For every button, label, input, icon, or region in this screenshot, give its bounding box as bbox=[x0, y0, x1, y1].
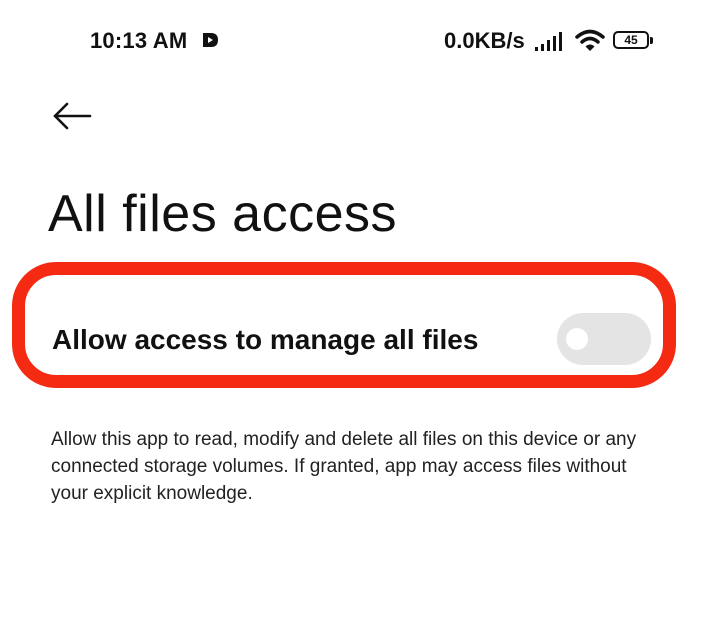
page-title: All files access bbox=[48, 185, 397, 243]
allow-manage-all-files-row[interactable]: Allow access to manage all files bbox=[25, 275, 663, 375]
permission-description: Allow this app to read, modify and delet… bbox=[51, 429, 637, 504]
battery-level: 45 bbox=[624, 33, 638, 47]
battery-icon: 45 bbox=[613, 31, 657, 51]
setting-label: Allow access to manage all files bbox=[52, 324, 479, 355]
status-time: 10:13 AM bbox=[90, 28, 188, 53]
toggle-knob bbox=[566, 328, 588, 350]
cellular-signal-icon bbox=[535, 32, 562, 51]
status-bar: 10:13 AM 0.0KB/s 45 bbox=[0, 0, 704, 84]
back-button[interactable] bbox=[48, 96, 96, 136]
wifi-icon bbox=[575, 29, 605, 51]
battery-cap bbox=[650, 37, 653, 44]
network-speed: 0.0KB/s bbox=[444, 28, 525, 53]
allow-manage-all-files-toggle[interactable] bbox=[557, 313, 651, 365]
arrow-left-icon bbox=[53, 102, 92, 130]
notification-app-icon bbox=[203, 33, 218, 47]
all-files-access-screen: 10:13 AM 0.0KB/s 45 All files access All… bbox=[0, 0, 704, 630]
